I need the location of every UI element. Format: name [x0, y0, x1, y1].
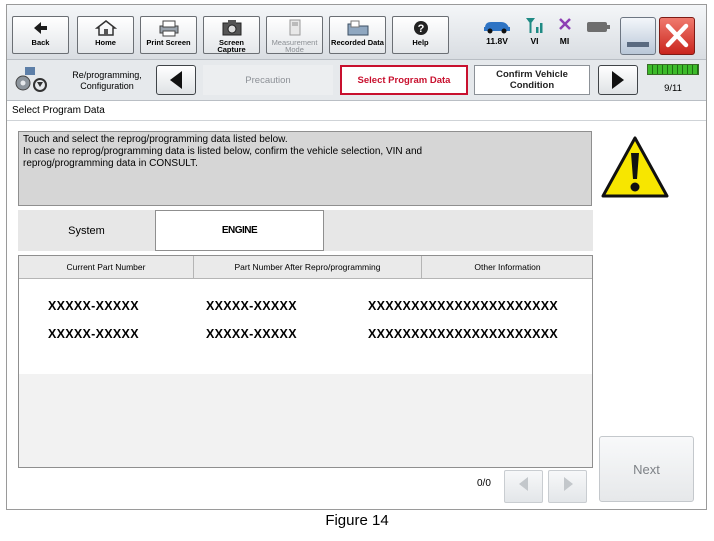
section-label: Re/programming, Configuration [72, 70, 142, 91]
page-prev-button[interactable] [504, 470, 543, 503]
print-screen-label: Print Screen [146, 38, 191, 47]
left-arrow-icon [157, 71, 195, 98]
message-line-3: reprog/programming data in CONSULT. [23, 158, 198, 169]
battery-voltage-status: 11.8V [477, 16, 517, 46]
window-icon [621, 41, 655, 58]
page-next-button[interactable] [548, 470, 587, 503]
back-arrow-icon [13, 19, 68, 39]
screen-capture-button[interactable]: Screen Capture [203, 16, 260, 54]
triangle-right-icon [559, 474, 577, 499]
other-information: XXXXXXXXXXXXXXXXXXXXXX [368, 299, 559, 313]
folder-icon [330, 19, 385, 39]
vi-status: VI [522, 16, 547, 46]
close-button[interactable] [659, 17, 695, 55]
header-other-information: Other Information [474, 262, 541, 272]
table-header: Current Part Number Part Number After Re… [19, 256, 592, 279]
window-button[interactable] [620, 17, 656, 55]
navigation-row: Re/programming, Configuration Precaution… [7, 60, 706, 101]
signal-icon [522, 16, 547, 36]
table-row[interactable]: XXXXX-XXXXX XXXXX-XXXXX XXXXXXXXXXXXXXXX… [19, 327, 592, 345]
step-confirm-vehicle-condition: Confirm Vehicle Condition [474, 65, 590, 95]
toolbar: Back Home Print Screen Screen Capture Me… [7, 5, 706, 60]
instruction-message: Touch and select the reprog/programming … [18, 131, 592, 206]
recorded-data-label: Recorded Data [331, 38, 384, 47]
vi-text: VI [530, 36, 539, 46]
table-row[interactable]: XXXXX-XXXXX XXXXX-XXXXX XXXXXXXXXXXXXXXX… [19, 299, 592, 317]
system-row: System ENGINE [18, 210, 593, 251]
next-button[interactable]: Next [599, 436, 694, 502]
home-label: Home [95, 38, 116, 47]
camera-icon [204, 19, 259, 39]
message-line-1: Touch and select the reprog/programming … [23, 134, 288, 145]
back-button[interactable]: Back [12, 16, 69, 54]
car-icon [477, 16, 517, 36]
system-value[interactable]: ENGINE [155, 210, 324, 251]
page-count: 0/0 [477, 478, 491, 489]
message-line-2: In case no reprog/programming data is li… [23, 146, 423, 157]
current-part-number: XXXXX-XXXXX [48, 299, 139, 313]
print-screen-button[interactable]: Print Screen [140, 16, 197, 54]
home-button[interactable]: Home [77, 16, 134, 54]
header-part-number-after: Part Number After Repro/programming [194, 256, 422, 278]
help-icon: ? [393, 19, 448, 39]
svg-text:?: ? [417, 23, 424, 35]
table-empty-area [19, 374, 592, 467]
measurement-mode-label: Measurement Mode [271, 38, 318, 54]
mi-status: MI [552, 16, 577, 46]
part-number-after: XXXXX-XXXXX [206, 299, 297, 313]
triangle-left-icon [515, 474, 533, 499]
battery-icon [585, 20, 613, 36]
home-icon [78, 19, 133, 39]
measurement-mode-button[interactable]: Measurement Mode [266, 16, 323, 54]
help-label: Help [412, 38, 429, 47]
mi-text: MI [559, 36, 570, 46]
table-body: XXXXX-XXXXX XXXXX-XXXXX XXXXXXXXXXXXXXXX… [19, 279, 592, 375]
meter-icon [267, 19, 322, 39]
progress-bar [647, 64, 699, 75]
system-label: System [68, 224, 105, 237]
warning-icon [600, 135, 670, 199]
next-step-button[interactable] [598, 65, 638, 95]
right-arrow-icon [599, 71, 637, 98]
page-counter: 9/11 [664, 83, 682, 94]
step-progress: 9/11 [647, 64, 699, 94]
header-current-part-number: Current Part Number [19, 256, 194, 278]
help-button[interactable]: ? Help [392, 16, 449, 54]
previous-step-button[interactable] [156, 65, 196, 95]
current-part-number: XXXXX-XXXXX [48, 327, 139, 341]
step-precaution: Precaution [203, 65, 333, 95]
back-label: Back [31, 38, 50, 47]
part-number-after: XXXXX-XXXXX [206, 327, 297, 341]
other-information: XXXXXXXXXXXXXXXXXXXXXX [368, 327, 559, 341]
figure-caption: Figure 14 [325, 512, 389, 529]
printer-icon [141, 19, 196, 39]
program-data-table: Current Part Number Part Number After Re… [18, 255, 593, 468]
screen-capture-label: Screen Capture [217, 38, 246, 54]
close-icon [660, 23, 694, 58]
voltage-text: 11.8V [486, 36, 508, 46]
recorded-data-button[interactable]: Recorded Data [329, 16, 386, 54]
step-select-program-data: Select Program Data [340, 65, 468, 95]
close-x-icon [552, 16, 577, 36]
page-title: Select Program Data [7, 101, 706, 121]
gear-wrench-icon [11, 65, 51, 100]
consult-window: Back Home Print Screen Screen Capture Me… [6, 4, 707, 510]
